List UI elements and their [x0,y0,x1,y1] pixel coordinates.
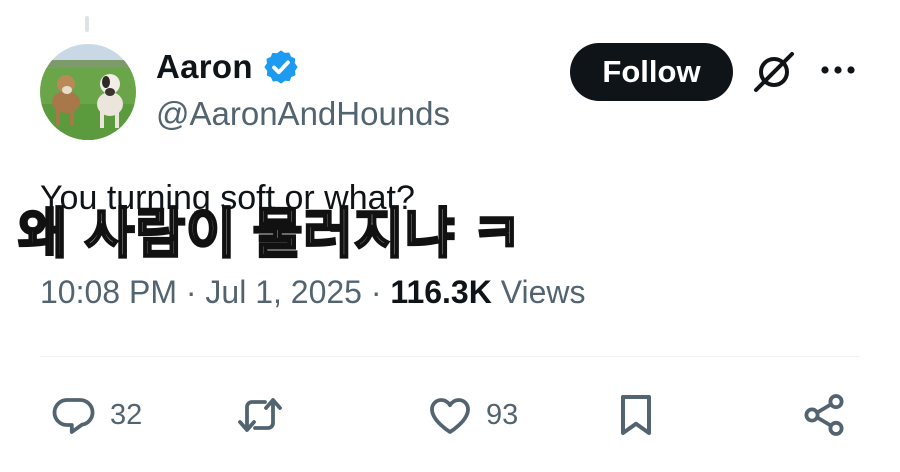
retweet-button[interactable] [236,390,296,440]
tweet-date[interactable]: Jul 1, 2025 [205,274,362,310]
retweet-icon [238,398,282,432]
meta-separator: · [176,274,206,310]
overlay-caption: 왜 사람이 물러지냐 ㅋ [17,203,523,266]
like-button[interactable]: 93 [426,390,518,440]
author-name-row[interactable]: Aaron [156,46,300,88]
reply-button[interactable]: 32 [50,390,142,440]
verified-badge-icon[interactable] [262,48,300,86]
tweet-metadata: 10:08 PM · Jul 1, 2025 · 116.3K Views [40,272,586,312]
bookmark-button[interactable] [612,390,660,440]
grok-icon[interactable] [750,50,798,94]
share-button[interactable] [800,390,848,440]
meta-separator: · [361,274,391,310]
share-icon [804,394,844,436]
follow-button[interactable]: Follow [570,43,733,101]
top-divider-tick [85,16,89,32]
author-name[interactable]: Aaron [156,46,253,88]
heart-icon [430,398,470,434]
actions-divider [40,356,860,357]
like-count: 93 [486,398,519,431]
views-count: 116.3K [390,274,492,310]
views-label: Views [491,274,586,310]
tweet-time[interactable]: 10:08 PM [40,274,177,310]
reply-icon [52,398,95,434]
avatar-image [40,44,136,140]
more-icon[interactable] [818,58,858,82]
avatar[interactable] [40,44,136,140]
bookmark-icon [621,395,651,435]
reply-count: 32 [110,398,143,431]
author-handle[interactable]: @AaronAndHounds [156,94,450,134]
